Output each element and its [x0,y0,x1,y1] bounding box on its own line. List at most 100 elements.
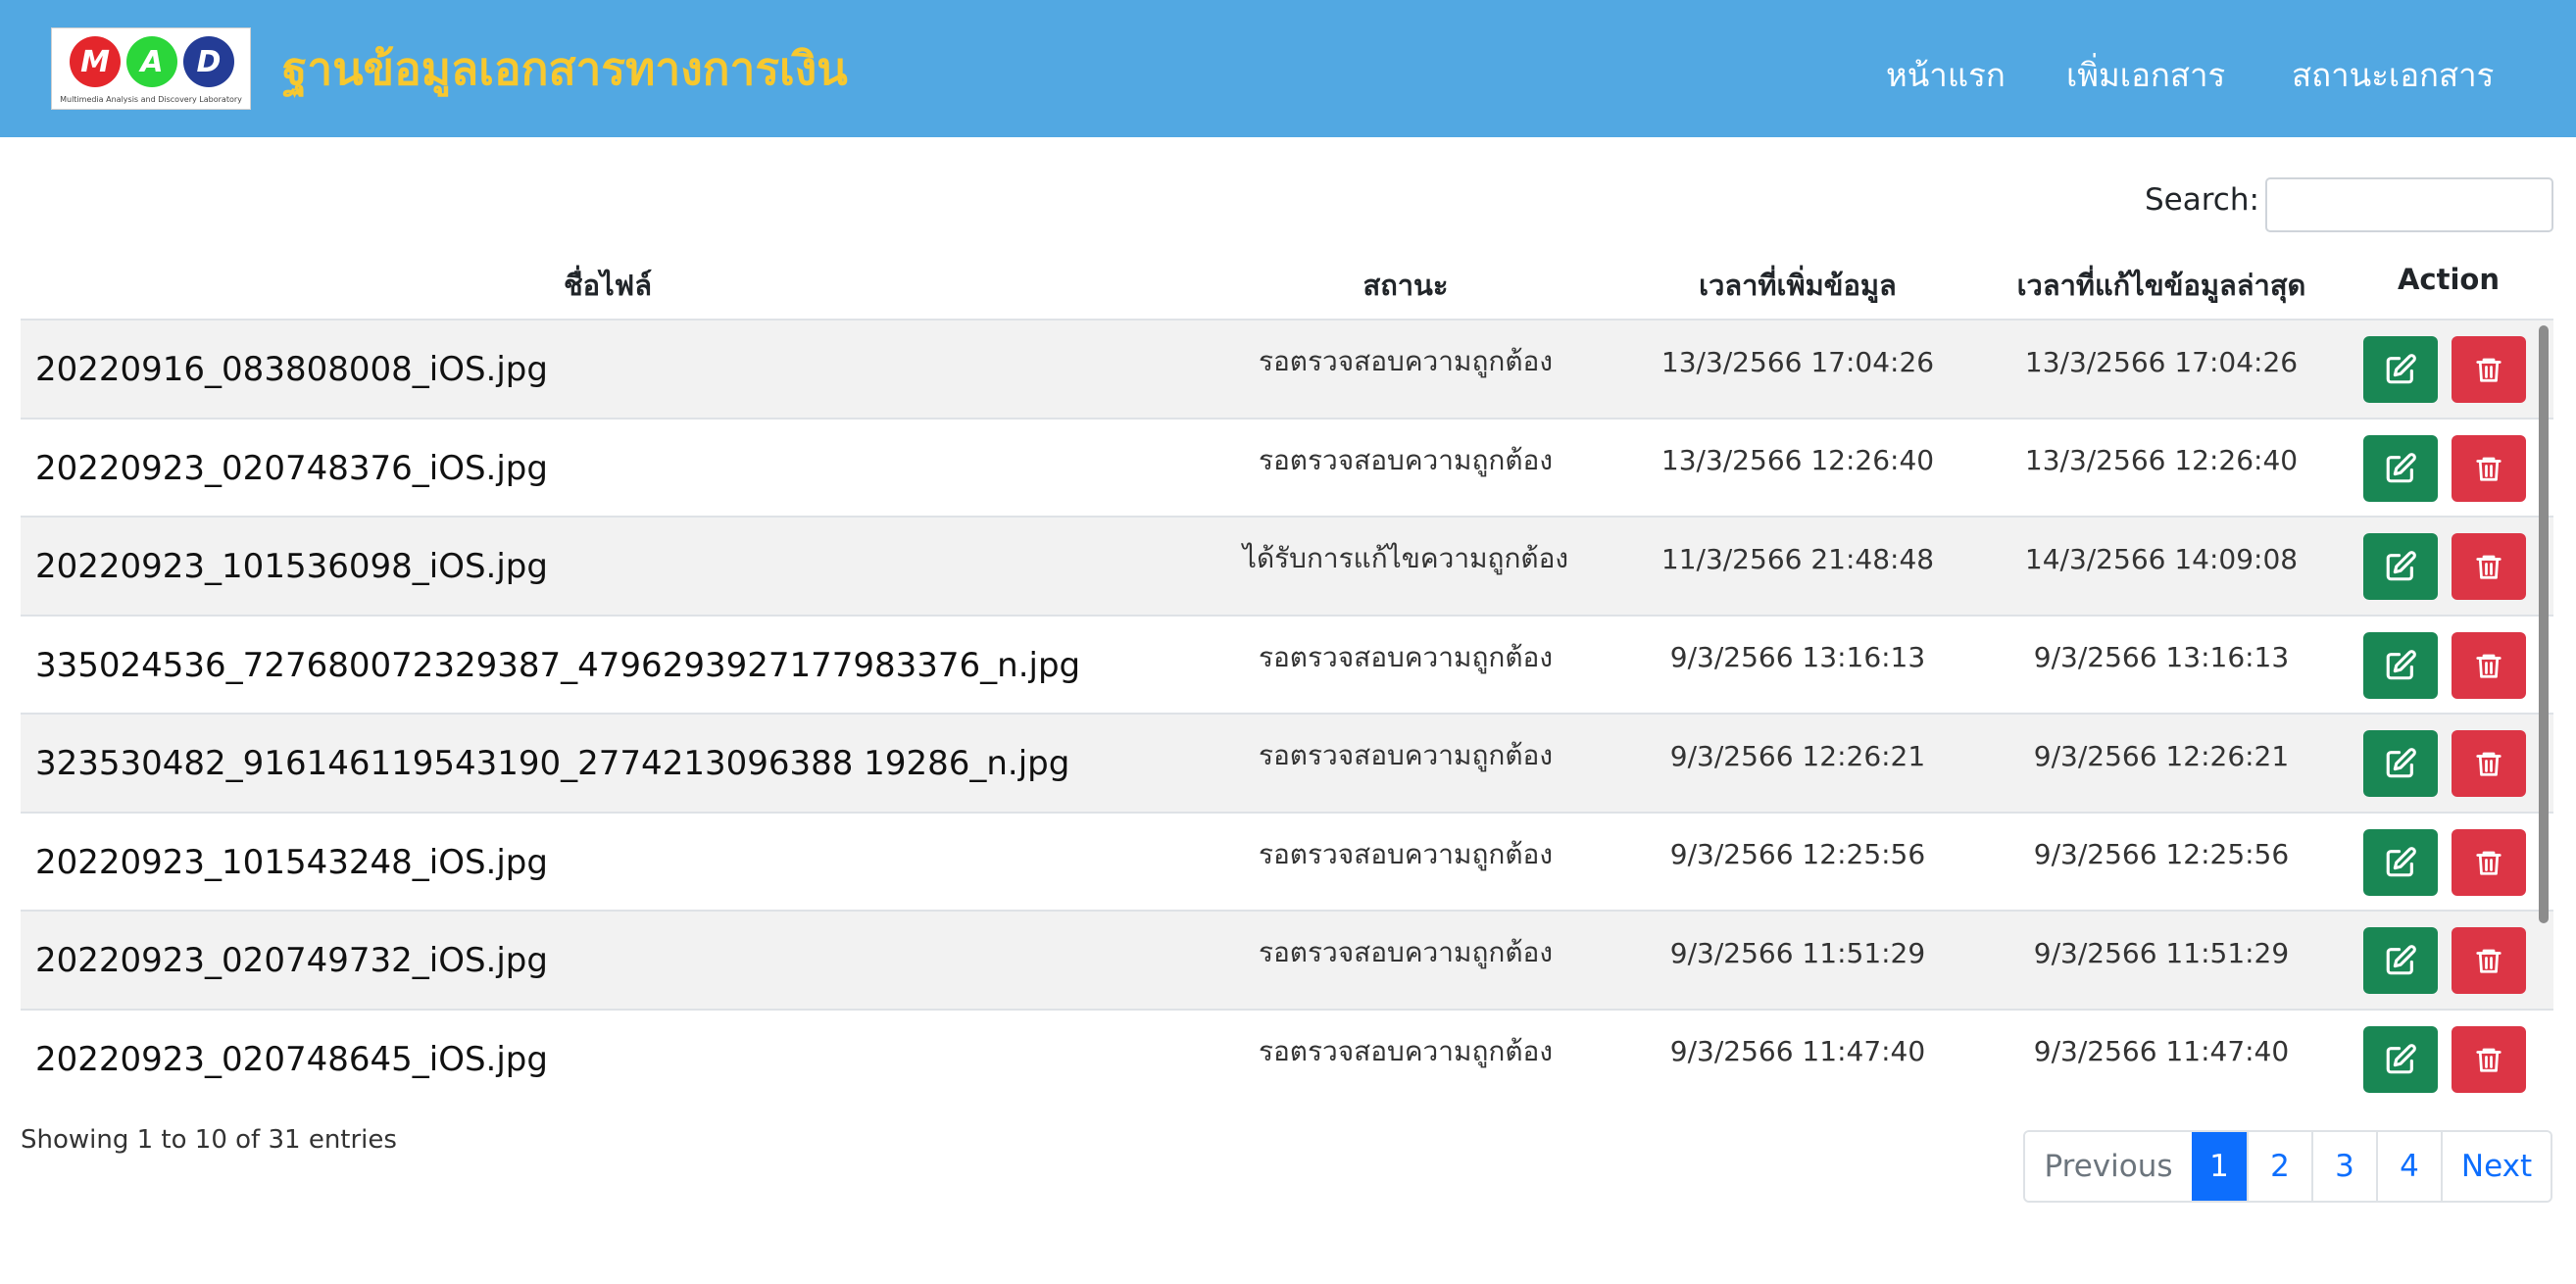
added-time-cell: 9/3/2566 12:26:21 [1669,739,1926,772]
table-row: 20220923_020748645_iOS.jpg รอตรวจสอบความ… [21,1010,2553,1093]
edit-icon [2386,452,2416,482]
table-row: 20220923_020749732_iOS.jpg รอตรวจสอบความ… [21,912,2553,1011]
delete-button[interactable] [2452,730,2526,797]
site-title[interactable]: ฐานข้อมูลเอกสารทางการเงิน [282,33,848,105]
table-header: ชื่อไฟล์ สถานะ เวลาที่เพิ่มข้อมูล เวลาที… [21,245,2553,321]
added-time-cell: 13/3/2566 17:04:26 [1660,345,1935,378]
edit-icon [2386,748,2416,778]
updated-time-cell: 14/3/2566 14:09:08 [2024,542,2299,575]
updated-time-cell: 9/3/2566 11:51:29 [2033,936,2290,969]
edit-button[interactable] [2363,631,2438,699]
status-cell: รอตรวจสอบความถูกต้อง [1258,640,1554,673]
trash-icon [2476,851,2502,875]
trash-icon [2476,949,2502,973]
pagination: Previous 1 2 3 4 Next [2023,1130,2552,1203]
table-row: 20220923_101543248_iOS.jpg รอตรวจสอบความ… [21,813,2553,912]
added-time-cell: 13/3/2566 12:26:40 [1660,444,1935,476]
updated-time-cell: 9/3/2566 13:16:13 [2033,641,2290,673]
pagination-page-3[interactable]: 3 [2311,1132,2376,1201]
search-input[interactable] [2265,177,2553,232]
table-body: 20220916_083808008_iOS.jpg รอตรวจสอบความ… [21,321,2553,1093]
table-row: 20220916_083808008_iOS.jpg รอตรวจสอบความ… [21,321,2553,420]
nav-document-status-link[interactable]: สถานะเอกสาร [2292,49,2494,101]
edit-icon [2386,551,2416,581]
file-name-cell: 20220923_101543248_iOS.jpg [35,842,548,882]
pagination-page-4[interactable]: 4 [2376,1132,2441,1201]
table-row: 20220923_101536098_iOS.jpg ได้รับการแก้ไ… [21,518,2553,617]
updated-time-cell: 9/3/2566 12:26:21 [2033,739,2290,772]
edit-button[interactable] [2363,336,2438,403]
edit-button[interactable] [2363,434,2438,502]
updated-time-cell: 13/3/2566 17:04:26 [2024,345,2299,378]
status-cell: รอตรวจสอบความถูกต้อง [1258,443,1554,476]
trash-icon [2476,457,2502,481]
nav-add-document-link[interactable]: เพิ่มเอกสาร [2066,49,2225,101]
status-cell: รอตรวจสอบความถูกต้อง [1258,837,1554,870]
file-name-cell: 20220923_020749732_iOS.jpg [35,941,548,980]
entries-info: Showing 1 to 10 of 31 entries [21,1125,397,1155]
pagination-previous[interactable]: Previous [2025,1132,2192,1201]
status-cell: รอตรวจสอบความถูกต้อง [1258,1034,1554,1067]
added-time-cell: 9/3/2566 13:16:13 [1669,641,1926,673]
nav-home-link[interactable]: หน้าแรก [1886,49,2006,101]
trash-icon [2476,555,2502,579]
added-time-cell: 9/3/2566 11:51:29 [1669,936,1926,969]
pagination-page-2[interactable]: 2 [2247,1132,2311,1201]
edit-icon [2386,1043,2416,1073]
file-name-cell: 20220923_020748645_iOS.jpg [35,1039,548,1079]
table-scrollbar-thumb[interactable] [2539,325,2549,923]
edit-button[interactable] [2363,533,2438,600]
file-name-cell: 20220923_101536098_iOS.jpg [35,547,548,586]
added-time-cell: 11/3/2566 21:48:48 [1660,542,1935,575]
trash-icon [2476,1048,2502,1072]
delete-button[interactable] [2452,533,2526,600]
edit-button[interactable] [2363,1025,2438,1093]
status-cell: รอตรวจสอบความถูกต้อง [1258,936,1554,968]
logo-tagline: Multimedia Analysis and Discovery Labora… [60,95,242,104]
column-header-updated-time[interactable]: เวลาที่แก้ไขข้อมูลล่าสุด [1979,263,2344,308]
logo-letter-d: D [183,36,234,87]
added-time-cell: 9/3/2566 11:47:40 [1669,1035,1926,1067]
navbar: M A D Multimedia Analysis and Discovery … [0,0,2576,137]
table-row: 335024536_727680072329387_47962939271779… [21,616,2553,715]
column-header-file-name[interactable]: ชื่อไฟล์ [21,263,1195,308]
delete-button[interactable] [2452,336,2526,403]
column-header-added-time[interactable]: เวลาที่เพิ่มข้อมูล [1616,263,1979,308]
logo-letter-m: M [70,36,121,87]
updated-time-cell: 9/3/2566 11:47:40 [2033,1035,2290,1067]
delete-button[interactable] [2452,631,2526,699]
delete-button[interactable] [2452,434,2526,502]
updated-time-cell: 9/3/2566 12:25:56 [2033,838,2290,870]
table-row: 323530482_916146119543190_2774213096388 … [21,715,2553,814]
edit-button[interactable] [2363,828,2438,896]
edit-icon [2386,649,2416,679]
file-name-cell: 20220916_083808008_iOS.jpg [35,350,548,389]
documents-table: ชื่อไฟล์ สถานะ เวลาที่เพิ่มข้อมูล เวลาที… [21,245,2553,1093]
updated-time-cell: 13/3/2566 12:26:40 [2024,444,2299,476]
file-name-cell: 20220923_020748376_iOS.jpg [35,448,548,488]
added-time-cell: 9/3/2566 12:25:56 [1669,838,1926,870]
status-cell: รอตรวจสอบความถูกต้อง [1258,345,1554,377]
edit-button[interactable] [2363,927,2438,994]
search-label: Search: [2145,182,2259,218]
column-header-action: Action [2397,263,2500,296]
file-name-cell: 323530482_916146119543190_2774213096388 … [35,744,1070,783]
delete-button[interactable] [2452,828,2526,896]
lab-logo[interactable]: M A D Multimedia Analysis and Discovery … [51,27,251,110]
edit-button[interactable] [2363,730,2438,797]
delete-button[interactable] [2452,927,2526,994]
trash-icon [2476,752,2502,776]
edit-icon [2386,945,2416,975]
logo-letter-a: A [126,36,177,87]
edit-icon [2386,354,2416,384]
trash-icon [2476,358,2502,382]
column-header-status[interactable]: สถานะ [1195,263,1616,308]
status-cell: รอตรวจสอบความถูกต้อง [1258,739,1554,771]
pagination-next[interactable]: Next [2441,1132,2551,1201]
pagination-page-1[interactable]: 1 [2192,1132,2247,1201]
edit-icon [2386,846,2416,876]
status-cell: ได้รับการแก้ไขความถูกต้อง [1242,542,1569,574]
file-name-cell: 335024536_727680072329387_47962939271779… [35,645,1081,685]
delete-button[interactable] [2452,1025,2526,1093]
table-row: 20220923_020748376_iOS.jpg รอตรวจสอบความ… [21,419,2553,518]
